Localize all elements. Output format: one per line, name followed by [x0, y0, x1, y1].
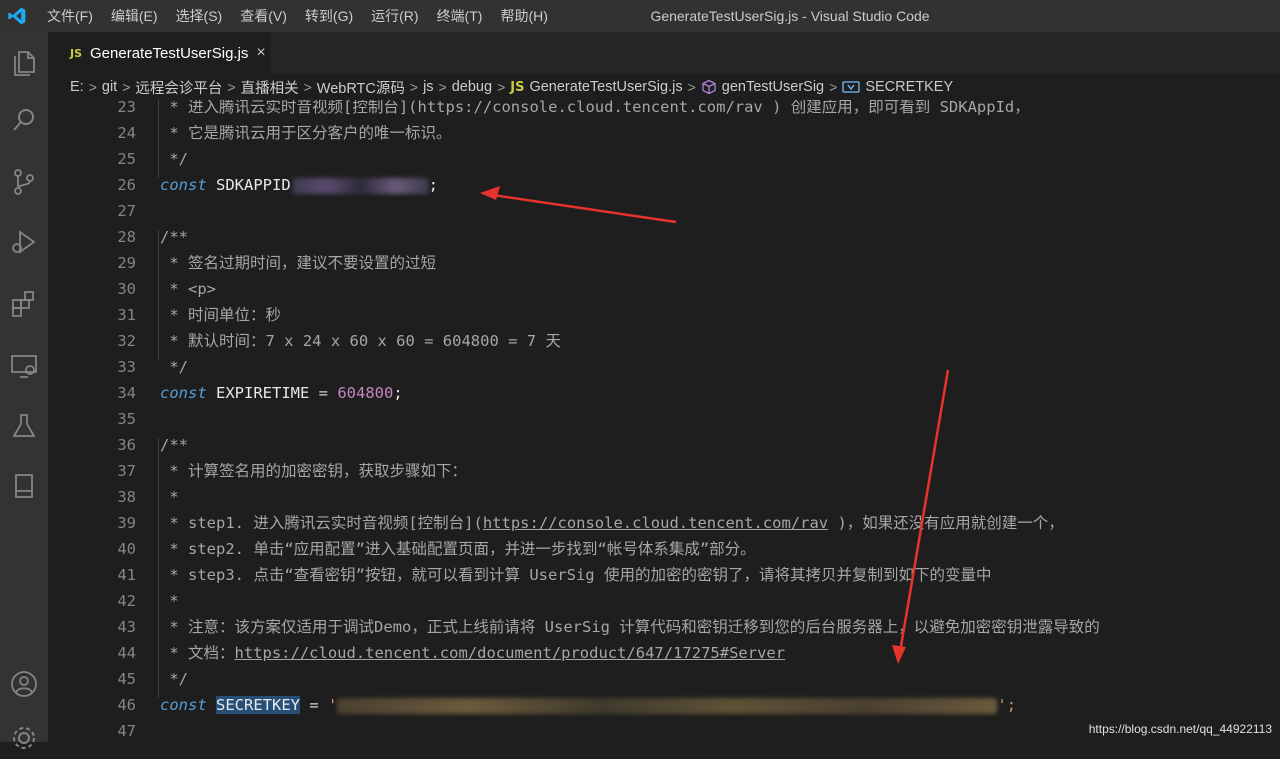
- code-line: 34 const EXPIRETIME = 604800;: [117, 384, 403, 402]
- breadcrumb-folder-live[interactable]: 直播相关: [241, 77, 299, 98]
- breadcrumb-symbol[interactable]: SECRETKEY: [865, 79, 953, 95]
- editor-tabs: JS GenerateTestUserSig.js ×: [48, 32, 1280, 74]
- title-bar: 文件(F) 编辑(E) 选择(S) 查看(V) 转到(G) 运行(R) 终端(T…: [0, 0, 1280, 32]
- chevron-right-icon: >: [227, 79, 236, 95]
- code-line: 30 * <p>: [117, 280, 216, 298]
- code-line: 35: [117, 410, 136, 428]
- method-cube-icon: [702, 79, 716, 95]
- close-icon[interactable]: ×: [256, 44, 265, 62]
- menu-help[interactable]: 帮助(H): [491, 0, 556, 32]
- menu-bar: 文件(F) 编辑(E) 选择(S) 查看(V) 转到(G) 运行(R) 终端(T…: [38, 0, 557, 32]
- code-line: 24 * 它是腾讯云用于区分客户的唯一标识。: [117, 124, 452, 142]
- run-debug-icon[interactable]: [8, 226, 40, 258]
- menu-terminal[interactable]: 终端(T): [428, 0, 492, 32]
- menu-view[interactable]: 查看(V): [231, 0, 296, 32]
- settings-gear-icon[interactable]: [8, 722, 40, 754]
- code-line: 42 *: [117, 592, 179, 610]
- code-line: 25 */: [117, 150, 188, 168]
- search-icon[interactable]: [8, 104, 40, 136]
- book-icon[interactable]: [8, 470, 40, 502]
- breadcrumb-folder-platform[interactable]: 远程会诊平台: [135, 77, 222, 98]
- code-line: 40 * step2. 单击“应用配置”进入基础配置页面，并进一步找到“帐号体系…: [117, 540, 756, 558]
- watermark-text: https://blog.csdn.net/qq_44922113: [1088, 722, 1272, 736]
- chevron-right-icon: >: [409, 79, 419, 95]
- menu-run[interactable]: 运行(R): [362, 0, 427, 32]
- chevron-right-icon: >: [88, 79, 97, 95]
- menu-selection[interactable]: 选择(S): [167, 0, 232, 32]
- breadcrumb-function[interactable]: genTestUserSig: [722, 79, 824, 95]
- variable-icon: [842, 81, 860, 93]
- console-link[interactable]: https://console.cloud.tencent.com/rav: [483, 514, 828, 532]
- breadcrumb-drive[interactable]: E:: [70, 79, 84, 95]
- code-line: 41 * step3. 点击“查看密钥”按钮，就可以看到计算 UserSig 使…: [117, 566, 992, 584]
- files-icon[interactable]: [8, 46, 40, 78]
- source-control-icon[interactable]: [8, 166, 40, 198]
- chevron-right-icon: >: [497, 79, 506, 95]
- code-line: 33 */: [117, 358, 188, 376]
- redacted-blur: [292, 177, 429, 194]
- redacted-blur: [337, 697, 998, 714]
- breadcrumb-git[interactable]: git: [102, 79, 117, 95]
- code-line: 43 * 注意：该方案仅适用于调试Demo，正式上线前请将 UserSig 计算…: [117, 618, 1100, 636]
- chevron-right-icon: >: [122, 79, 131, 95]
- chevron-right-icon: >: [303, 79, 312, 95]
- tab-generate-test-user-sig[interactable]: JS GenerateTestUserSig.js ×: [48, 32, 270, 74]
- breadcrumb-folder-js[interactable]: js: [423, 79, 433, 95]
- account-icon[interactable]: [8, 668, 40, 700]
- code-line: 32 * 默认时间：7 x 24 x 60 x 60 = 604800 = 7 …: [117, 332, 561, 350]
- code-line: 44 * 文档：https://cloud.tencent.com/docume…: [117, 644, 786, 662]
- code-line: 23 * 进入腾讯云实时音视频[控制台](https://console.clo…: [117, 100, 1030, 116]
- code-line: 45 */: [117, 670, 188, 688]
- code-line: 27: [117, 202, 136, 220]
- js-file-icon: JS: [70, 46, 83, 60]
- code-line: 37 * 计算签名用的加密密钥，获取步骤如下：: [117, 462, 467, 480]
- js-file-icon: JS: [510, 79, 525, 95]
- breadcrumb-folder-debug[interactable]: debug: [452, 79, 492, 95]
- menu-edit[interactable]: 编辑(E): [102, 0, 167, 32]
- tab-label: GenerateTestUserSig.js: [90, 44, 249, 62]
- breadcrumb-file[interactable]: GenerateTestUserSig.js: [529, 79, 682, 95]
- chevron-right-icon: >: [687, 79, 696, 95]
- menu-go[interactable]: 转到(G): [296, 0, 362, 32]
- code-line: 26 const SDKAPPID;: [117, 176, 439, 194]
- menu-file[interactable]: 文件(F): [38, 0, 102, 32]
- breadcrumb-folder-webrtc[interactable]: WebRTC源码: [317, 77, 405, 98]
- code-line: 29 * 签名过期时间，建议不要设置的过短: [117, 254, 436, 272]
- activity-bar: [0, 32, 48, 749]
- code-editor[interactable]: 23 * 进入腾讯云实时音视频[控制台](https://console.clo…: [48, 100, 1280, 742]
- code-line: 39 * step1. 进入腾讯云实时音视频[控制台](https://cons…: [117, 514, 1064, 532]
- code-line: 28 /**: [117, 228, 188, 246]
- testing-icon[interactable]: [8, 410, 40, 442]
- chevron-right-icon: >: [438, 79, 447, 95]
- vscode-logo-icon: [8, 7, 26, 25]
- breadcrumb: E: > git > 远程会诊平台 > 直播相关 > WebRTC源码 > js…: [48, 74, 1280, 100]
- extensions-icon[interactable]: [8, 288, 40, 320]
- chevron-right-icon: >: [829, 79, 838, 95]
- code-line: 31 * 时间单位：秒: [117, 306, 281, 324]
- code-line: 36 /**: [117, 436, 188, 454]
- code-line: 46 const SECRETKEY = ' ';: [117, 696, 1017, 714]
- remote-explorer-icon[interactable]: [8, 350, 40, 382]
- docs-link[interactable]: https://cloud.tencent.com/document/produ…: [235, 644, 786, 662]
- code-line: 38 *: [117, 488, 179, 506]
- selected-identifier: SECRETKEY: [216, 696, 301, 714]
